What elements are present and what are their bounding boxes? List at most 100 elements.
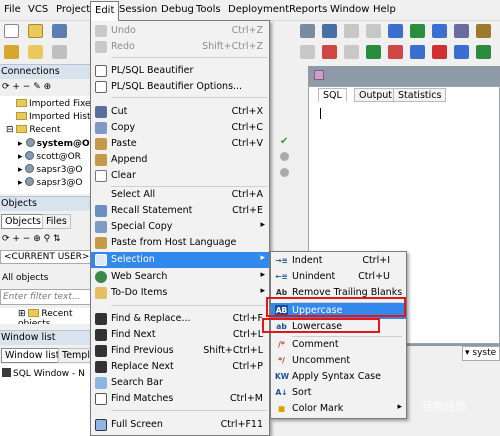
tool-icon[interactable] — [280, 152, 289, 161]
tab-window-list[interactable]: Window list — [1, 348, 64, 363]
menu-edit[interactable]: Edit — [90, 1, 120, 21]
menu-item-paste[interactable]: Paste Ctrl+V — [91, 136, 269, 152]
tree-item[interactable]: Imported Fixed — [16, 99, 92, 111]
menu-item-special-copy[interactable]: Special Copy ▸ — [91, 219, 269, 235]
tool2-icon[interactable] — [344, 45, 359, 59]
left-arrow-icon[interactable] — [432, 45, 447, 59]
check-icon[interactable] — [476, 45, 491, 59]
menu-project[interactable]: Project — [56, 4, 90, 15]
menu-item-web-search[interactable]: Web Search ▸ — [91, 269, 269, 285]
menu-item-find-matches[interactable]: Find Matches Ctrl+M — [91, 391, 269, 407]
submenu-item-uncomment[interactable]: */Uncomment — [271, 353, 406, 369]
menu-item-cut[interactable]: Cut Ctrl+X — [91, 104, 269, 120]
submenu-item-comment[interactable]: /* Comment — [271, 337, 406, 353]
menu-help[interactable]: Help — [373, 4, 396, 15]
menu-item-paste-host-language[interactable]: Paste from Host Language — [91, 235, 269, 251]
menu-item-find-replace[interactable]: Find & Replace... Ctrl+F — [91, 311, 269, 327]
menu-item-search-bar[interactable]: Search Bar — [91, 375, 269, 391]
menu-tools[interactable]: Tools — [196, 4, 221, 15]
open-icon[interactable] — [28, 24, 43, 38]
recent-objects-row[interactable]: ⊞ Recent objects — [0, 308, 92, 324]
tab-sql[interactable]: SQL — [318, 88, 347, 102]
clear-icon — [95, 170, 107, 182]
menu-item-beautifier[interactable]: PL/SQL Beautifier — [91, 63, 269, 79]
menu-file[interactable]: File — [4, 4, 21, 15]
search-bar-icon — [95, 377, 107, 389]
nav-icon[interactable] — [454, 45, 469, 59]
stop-icon[interactable] — [322, 45, 337, 59]
stop2-icon[interactable] — [388, 45, 403, 59]
new-icon[interactable] — [4, 24, 19, 38]
tree-item[interactable]: ▸ sapsr3@O — [18, 177, 83, 189]
save-icon[interactable] — [52, 24, 67, 38]
menu-item-selection[interactable]: Selection ▸ — [91, 252, 269, 268]
menu-item-clear[interactable]: Clear — [91, 168, 269, 184]
submenu-item-sort[interactable]: A↓ Sort — [271, 385, 406, 401]
submenu-item-apply-syntax-case[interactable]: KW Apply Syntax Case — [271, 369, 406, 385]
tab-output[interactable]: Output — [354, 88, 397, 102]
tab-files[interactable]: Files — [42, 214, 71, 229]
connection-dropdown[interactable]: ▾ syste — [462, 346, 500, 361]
special-copy-icon — [95, 221, 107, 233]
tab-objects[interactable]: Objects — [1, 214, 45, 229]
submenu-item-unindent[interactable]: ←≡ Unindent Ctrl+U — [271, 269, 406, 285]
folder-icon — [16, 99, 27, 107]
key-icon[interactable] — [4, 45, 19, 59]
menu-item-find-next[interactable]: Find Next Ctrl+L — [91, 327, 269, 343]
replace-next-icon — [95, 361, 107, 373]
connections-toolbar[interactable]: ⟳ + − ✎ ⊕ — [2, 82, 51, 92]
menu-reports[interactable]: Reports — [289, 4, 327, 15]
todo-icon — [95, 287, 107, 299]
folder-icon[interactable] — [28, 45, 43, 59]
menu-item-redo[interactable]: Redo Shift+Ctrl+Z — [91, 39, 269, 55]
commit-icon[interactable] — [388, 24, 403, 38]
user-select[interactable]: <CURRENT USER> — [0, 250, 92, 264]
window-list-item[interactable]: SQL Window - N — [2, 368, 85, 380]
check-icon[interactable]: ✔ — [280, 136, 288, 147]
menu-item-undo[interactable]: Undo Ctrl+Z — [91, 23, 269, 39]
menu-item-beautifier-options[interactable]: PL/SQL Beautifier Options... — [91, 79, 269, 95]
tab-statistics[interactable]: Statistics — [393, 88, 447, 102]
menu-item-replace-next[interactable]: Replace Next Ctrl+P — [91, 359, 269, 375]
menu-item-todo-items[interactable]: To-Do Items ▸ — [91, 285, 269, 301]
menu-item-append[interactable]: Append — [91, 152, 269, 168]
explain-icon[interactable] — [432, 24, 447, 38]
print-icon[interactable] — [52, 45, 67, 59]
menu-debug[interactable]: Debug — [161, 4, 194, 15]
objects-header: Objects — [0, 196, 92, 211]
menu-item-recall-statement[interactable]: Recall Statement Ctrl+E — [91, 203, 269, 219]
right-arrow-icon[interactable] — [410, 45, 425, 59]
tree-item[interactable]: ⊟ Recent — [6, 125, 61, 137]
submenu-item-color-mark[interactable]: ■ Color Mark ▸ — [271, 401, 406, 417]
database-icon — [25, 138, 35, 147]
menu-item-find-previous[interactable]: Find Previous Shift+Ctrl+L — [91, 343, 269, 359]
tree-item[interactable]: ▸ sapsr3@O — [18, 164, 83, 176]
tool-icon[interactable] — [280, 168, 289, 177]
tree-item[interactable]: ▸ scott@OR — [18, 151, 81, 163]
rollback-icon[interactable] — [410, 24, 425, 38]
menu-item-full-screen[interactable]: Full Screen Ctrl+F11 — [91, 417, 269, 433]
menu-vcs[interactable]: VCS — [28, 4, 48, 15]
run-icon[interactable] — [366, 45, 381, 59]
fetch-icon[interactable] — [344, 24, 359, 38]
tree-item[interactable]: Imported Histo — [16, 112, 92, 124]
menu-deployment[interactable]: Deployment — [228, 4, 289, 15]
stats-icon[interactable] — [454, 24, 469, 38]
fetch-last-icon[interactable] — [366, 24, 381, 38]
options-icon[interactable] — [476, 24, 491, 38]
objects-toolbar[interactable]: ⟳ + − ⊕ ⚲ ⇅ — [2, 234, 61, 244]
color-mark-icon: ■ — [277, 404, 286, 413]
menu-item-select-all[interactable]: Select All Ctrl+A — [91, 187, 269, 203]
filter-input[interactable]: Enter filter text... — [0, 289, 92, 305]
break-icon[interactable] — [322, 24, 337, 38]
submenu-item-indent[interactable]: →≡ Indent Ctrl+I — [271, 253, 406, 269]
database-icon — [25, 177, 35, 186]
menu-window[interactable]: Window — [330, 4, 369, 15]
menu-item-copy[interactable]: Copy Ctrl+C — [91, 120, 269, 136]
tab-templates[interactable]: Templ — [58, 348, 94, 363]
tree-item[interactable]: ▸ system@O — [18, 138, 90, 150]
menu-session[interactable]: Session — [119, 4, 157, 15]
all-objects-label[interactable]: All objects — [2, 273, 48, 283]
tool-icon[interactable] — [300, 45, 315, 59]
execute-icon[interactable] — [300, 24, 315, 38]
